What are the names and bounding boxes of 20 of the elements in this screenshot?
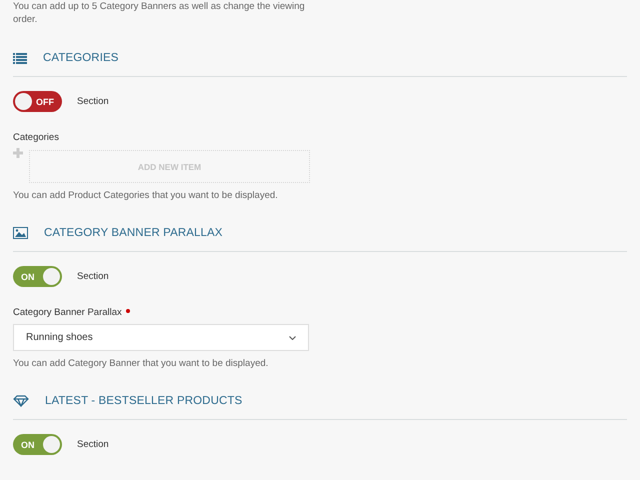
diamond-icon (13, 395, 29, 407)
intro-text: You can add up to 5 Category Banners as well as change the viewing order. (13, 0, 306, 26)
list-icon (13, 52, 27, 64)
section-title: CATEGORIES (43, 52, 119, 64)
select-field[interactable]: Running shoes (13, 324, 309, 351)
section-toggle[interactable]: ON (13, 266, 62, 287)
toggle-label: Section (77, 96, 109, 107)
help-text: You can add Product Categories that you want to be displayed. (13, 190, 279, 201)
image-icon (13, 227, 28, 239)
section-title: CATEGORY BANNER PARALLAX (44, 227, 223, 239)
plus-icon[interactable] (13, 148, 23, 158)
section-title: LATEST - BESTSELLER PRODUCTS (45, 395, 242, 407)
help-text: You can add Category Banner that you want to be displayed. (13, 358, 270, 369)
section-toggle[interactable]: ON (13, 434, 62, 455)
section-toggle[interactable]: OFF (13, 91, 62, 112)
toggle-label: Section (77, 271, 109, 282)
field-label: Category Banner Parallax (13, 307, 122, 318)
toggle-label: Section (77, 439, 109, 450)
chevron-down-icon (289, 336, 296, 340)
field-label: Categories (13, 132, 59, 143)
